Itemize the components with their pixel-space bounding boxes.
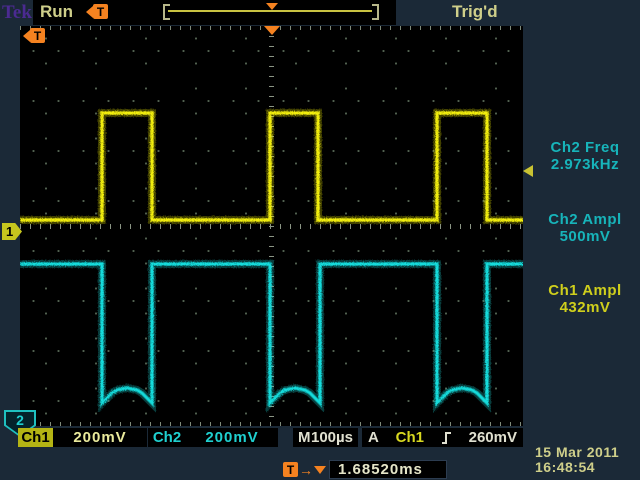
record-view-line <box>168 10 372 12</box>
record-view-left-bracket <box>163 4 170 20</box>
measurement-label: Ch2 Freq <box>530 139 640 156</box>
measurement-label: Ch2 Ampl <box>530 211 640 228</box>
measurement-label: Ch1 Ampl <box>530 282 640 299</box>
datetime-readout: 15 Mar 2011 16:48:54 <box>535 445 619 475</box>
arrow-right-icon: → <box>299 462 313 478</box>
delay-time-value: 1.68520ms <box>329 460 447 479</box>
record-position-icon <box>266 3 278 10</box>
trigger-status: Trig'd <box>452 2 498 22</box>
graticule: T <box>20 26 523 426</box>
ch1-ground-marker: 1 <box>2 223 22 240</box>
timebase-label: M <box>298 429 311 446</box>
rising-edge-icon <box>441 431 452 445</box>
ch1-scale-readout: 200mV <box>53 428 147 447</box>
acquisition-status: Run <box>40 2 73 22</box>
tek-logo: Tek <box>2 2 32 24</box>
trigger-t-icon: T <box>283 462 298 477</box>
horizontal-position-icon <box>264 26 280 35</box>
ch2-scale-readout: 200mV <box>186 428 278 447</box>
record-view-right-bracket <box>372 4 379 20</box>
measurement-ch1-ampl: Ch1 Ampl 432mV <box>530 282 640 316</box>
trigger-system-label: A <box>368 429 379 446</box>
ch1-channel-badge: Ch1 <box>18 428 53 447</box>
trigger-t-icon: T <box>93 4 108 19</box>
timebase-value: 100µs <box>311 429 353 446</box>
measurement-ch2-freq: Ch2 Freq 2.973kHz <box>530 139 640 173</box>
trigger-offscreen-indicator-graticule: T <box>23 28 45 43</box>
waveform-display <box>20 26 523 426</box>
position-triangle-icon <box>314 466 326 474</box>
arrow-left-icon <box>86 6 93 18</box>
ch2-channel-badge: Ch2 <box>148 428 186 447</box>
trigger-offscreen-indicator-topbar: T <box>86 4 108 19</box>
date-text: 15 Mar 2011 <box>535 445 619 460</box>
timebase-readout: M 100µs <box>293 428 358 447</box>
time-text: 16:48:54 <box>535 460 619 475</box>
trigger-t-icon: T <box>30 28 45 43</box>
arrow-left-icon <box>23 30 30 42</box>
delay-time-readout: T → 1.68520ms <box>283 460 447 479</box>
measurement-value: 500mV <box>530 228 640 245</box>
trigger-readout: A Ch1 260mV <box>362 428 523 447</box>
measurement-value: 432mV <box>530 299 640 316</box>
measurement-value: 2.973kHz <box>530 156 640 173</box>
measurement-ch2-ampl: Ch2 Ampl 500mV <box>530 211 640 245</box>
trigger-level-value: 260mV <box>469 429 517 446</box>
trigger-source: Ch1 <box>396 429 424 446</box>
